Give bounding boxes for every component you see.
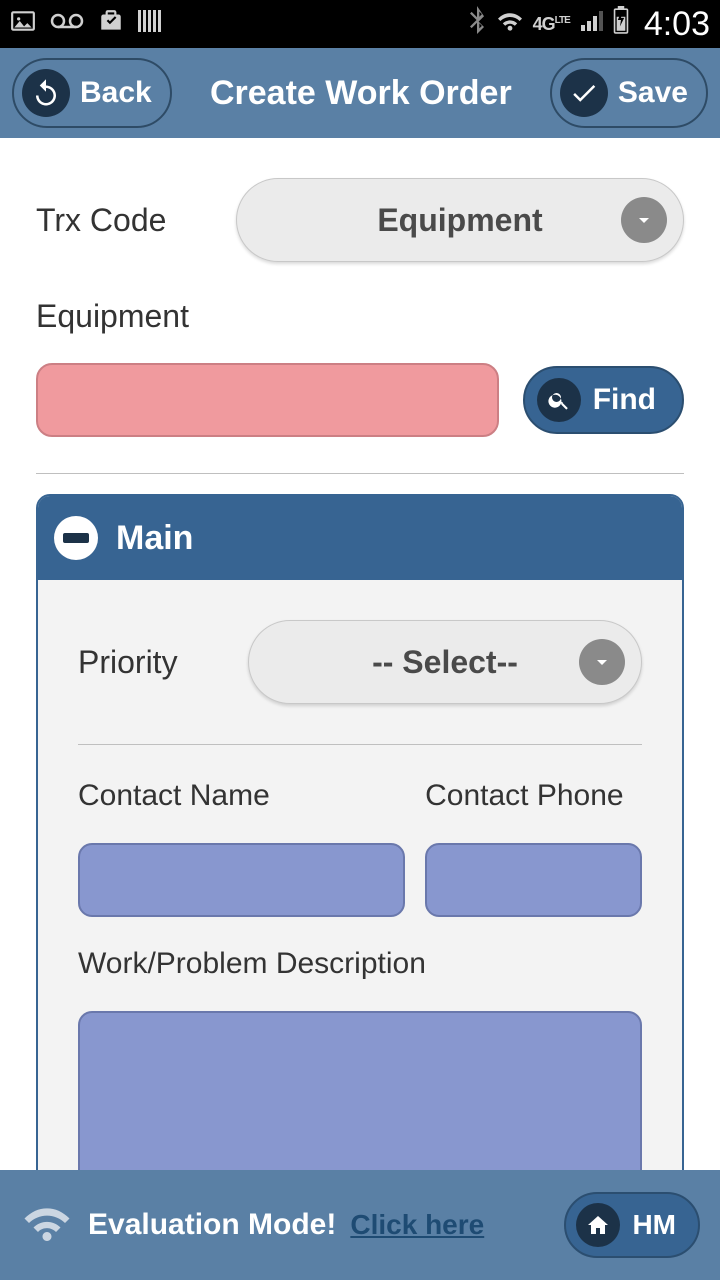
- main-panel-header[interactable]: Main: [38, 496, 682, 580]
- contact-name-label: Contact Name: [78, 779, 405, 813]
- wifi-icon: [20, 1196, 74, 1255]
- home-icon: [576, 1203, 620, 1247]
- divider: [36, 473, 684, 474]
- click-here-link[interactable]: Click here: [350, 1209, 484, 1241]
- find-button-label: Find: [593, 383, 656, 417]
- form-content: Trx Code Equipment Equipment Find Main: [0, 138, 720, 1213]
- trx-code-value: Equipment: [377, 202, 542, 239]
- bottom-bar: Evaluation Mode! Click here HM: [0, 1170, 720, 1280]
- trx-code-label: Trx Code: [36, 202, 236, 239]
- battery-icon: [612, 6, 630, 42]
- priority-dropdown[interactable]: -- Select--: [248, 620, 642, 704]
- store-icon: [98, 8, 124, 41]
- search-icon: [537, 378, 581, 422]
- wifi-icon: [495, 7, 525, 41]
- main-panel-title: Main: [116, 519, 193, 558]
- back-button-label: Back: [80, 76, 152, 110]
- back-button[interactable]: Back: [12, 58, 172, 128]
- clock-time: 4:03: [644, 5, 710, 44]
- contact-phone-label: Contact Phone: [425, 779, 642, 813]
- check-icon: [560, 69, 608, 117]
- contact-name-input[interactable]: [78, 843, 405, 917]
- back-icon: [22, 69, 70, 117]
- gallery-icon: [10, 8, 36, 41]
- barcode-icon: [138, 8, 168, 41]
- chevron-down-icon: [621, 197, 667, 243]
- save-button-label: Save: [618, 76, 688, 110]
- chevron-down-icon: [579, 639, 625, 685]
- priority-label: Priority: [78, 644, 248, 681]
- equipment-label: Equipment: [36, 298, 684, 335]
- bluetooth-icon: [467, 6, 487, 42]
- priority-value: -- Select--: [372, 644, 518, 681]
- evaluation-mode-text: Evaluation Mode!: [88, 1208, 336, 1242]
- trx-code-dropdown[interactable]: Equipment: [236, 178, 684, 262]
- voicemail-icon: [50, 9, 84, 40]
- home-button-label: HM: [632, 1209, 676, 1241]
- description-label: Work/Problem Description: [78, 947, 642, 981]
- find-button[interactable]: Find: [523, 366, 684, 434]
- main-panel: Main Priority -- Select-- Contact Name: [36, 494, 684, 1213]
- android-status-bar: 4GLTE 4:03: [0, 0, 720, 48]
- app-header: Back Create Work Order Save: [0, 48, 720, 138]
- save-button[interactable]: Save: [550, 58, 708, 128]
- home-button[interactable]: HM: [564, 1192, 700, 1258]
- divider: [78, 744, 642, 745]
- collapse-icon: [54, 516, 98, 560]
- network-type: 4GLTE: [533, 14, 570, 35]
- equipment-input[interactable]: [36, 363, 499, 437]
- page-title: Create Work Order: [180, 74, 542, 113]
- signal-icon: [578, 7, 604, 41]
- contact-phone-input[interactable]: [425, 843, 642, 917]
